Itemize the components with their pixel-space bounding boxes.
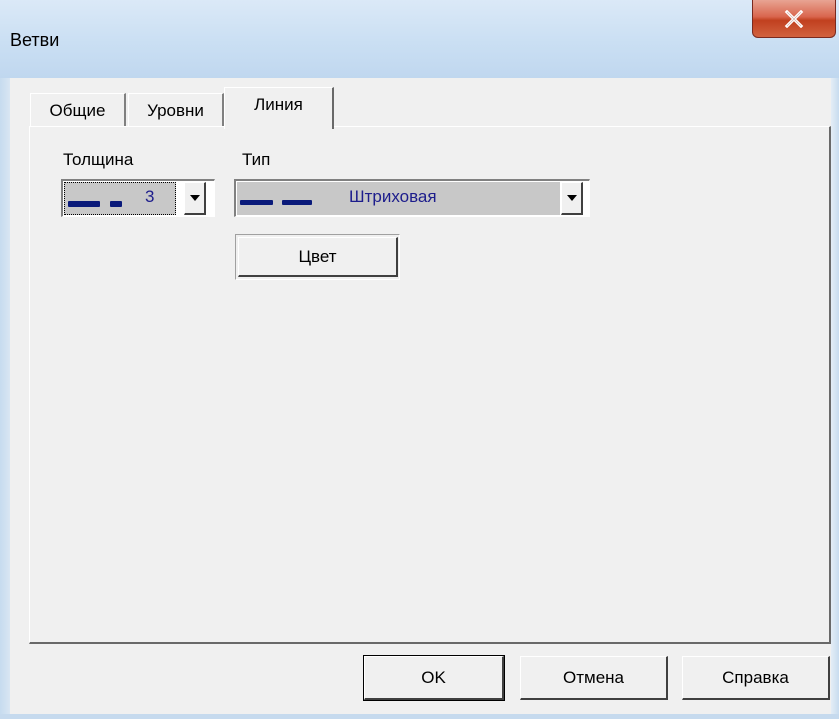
line-type-select-field: Штриховая (237, 182, 560, 215)
tab-panel-line: Толщина 3 Тип Штриховая Цвет (29, 126, 831, 644)
thickness-select-field: 3 (64, 182, 176, 215)
close-button[interactable] (752, 0, 836, 38)
tab-levels[interactable]: Уровни (128, 93, 224, 127)
tab-levels-label: Уровни (147, 100, 204, 120)
cancel-button-label: Отмена (563, 667, 624, 687)
dialog-client-area: Общие Уровни Линия Толщина 3 Тип Штрихов… (10, 78, 831, 714)
tab-line-label: Линия (254, 95, 303, 114)
ok-button-label: OK (421, 667, 446, 687)
thickness-label: Толщина (63, 150, 134, 169)
line-type-select[interactable]: Штриховая (234, 179, 590, 217)
tab-general-label: Общие (49, 100, 106, 120)
window-frame-left (0, 78, 10, 719)
window-frame-right (831, 78, 839, 719)
thickness-dropdown-button[interactable] (184, 182, 206, 215)
help-button-label: Справка (722, 667, 789, 687)
color-button-frame: Цвет (235, 234, 400, 280)
cancel-button[interactable]: Отмена (520, 656, 668, 700)
close-icon (784, 9, 804, 28)
title-bar[interactable]: Ветви (0, 0, 839, 78)
thickness-value: 3 (145, 187, 155, 206)
help-button[interactable]: Справка (682, 656, 830, 700)
thickness-select[interactable]: 3 (61, 179, 215, 217)
ok-button[interactable]: OK (363, 655, 505, 701)
tab-line[interactable]: Линия (224, 87, 334, 129)
color-button-label: Цвет (298, 246, 337, 266)
line-type-value: Штриховая (349, 187, 437, 206)
dashed-line-sample-icon (240, 200, 312, 205)
type-label: Тип (242, 150, 271, 169)
dialog-window: Ветви Общие Уровни Линия Толщина 3 Тип Ш… (0, 0, 839, 719)
line-type-dropdown-button[interactable] (561, 182, 583, 215)
tab-general[interactable]: Общие (30, 93, 126, 127)
chevron-down-icon (566, 195, 577, 201)
line-thickness-sample-icon (68, 201, 122, 207)
chevron-down-icon (189, 195, 200, 201)
window-frame-bottom (0, 714, 839, 719)
color-button[interactable]: Цвет (238, 237, 398, 277)
window-title: Ветви (10, 30, 60, 50)
